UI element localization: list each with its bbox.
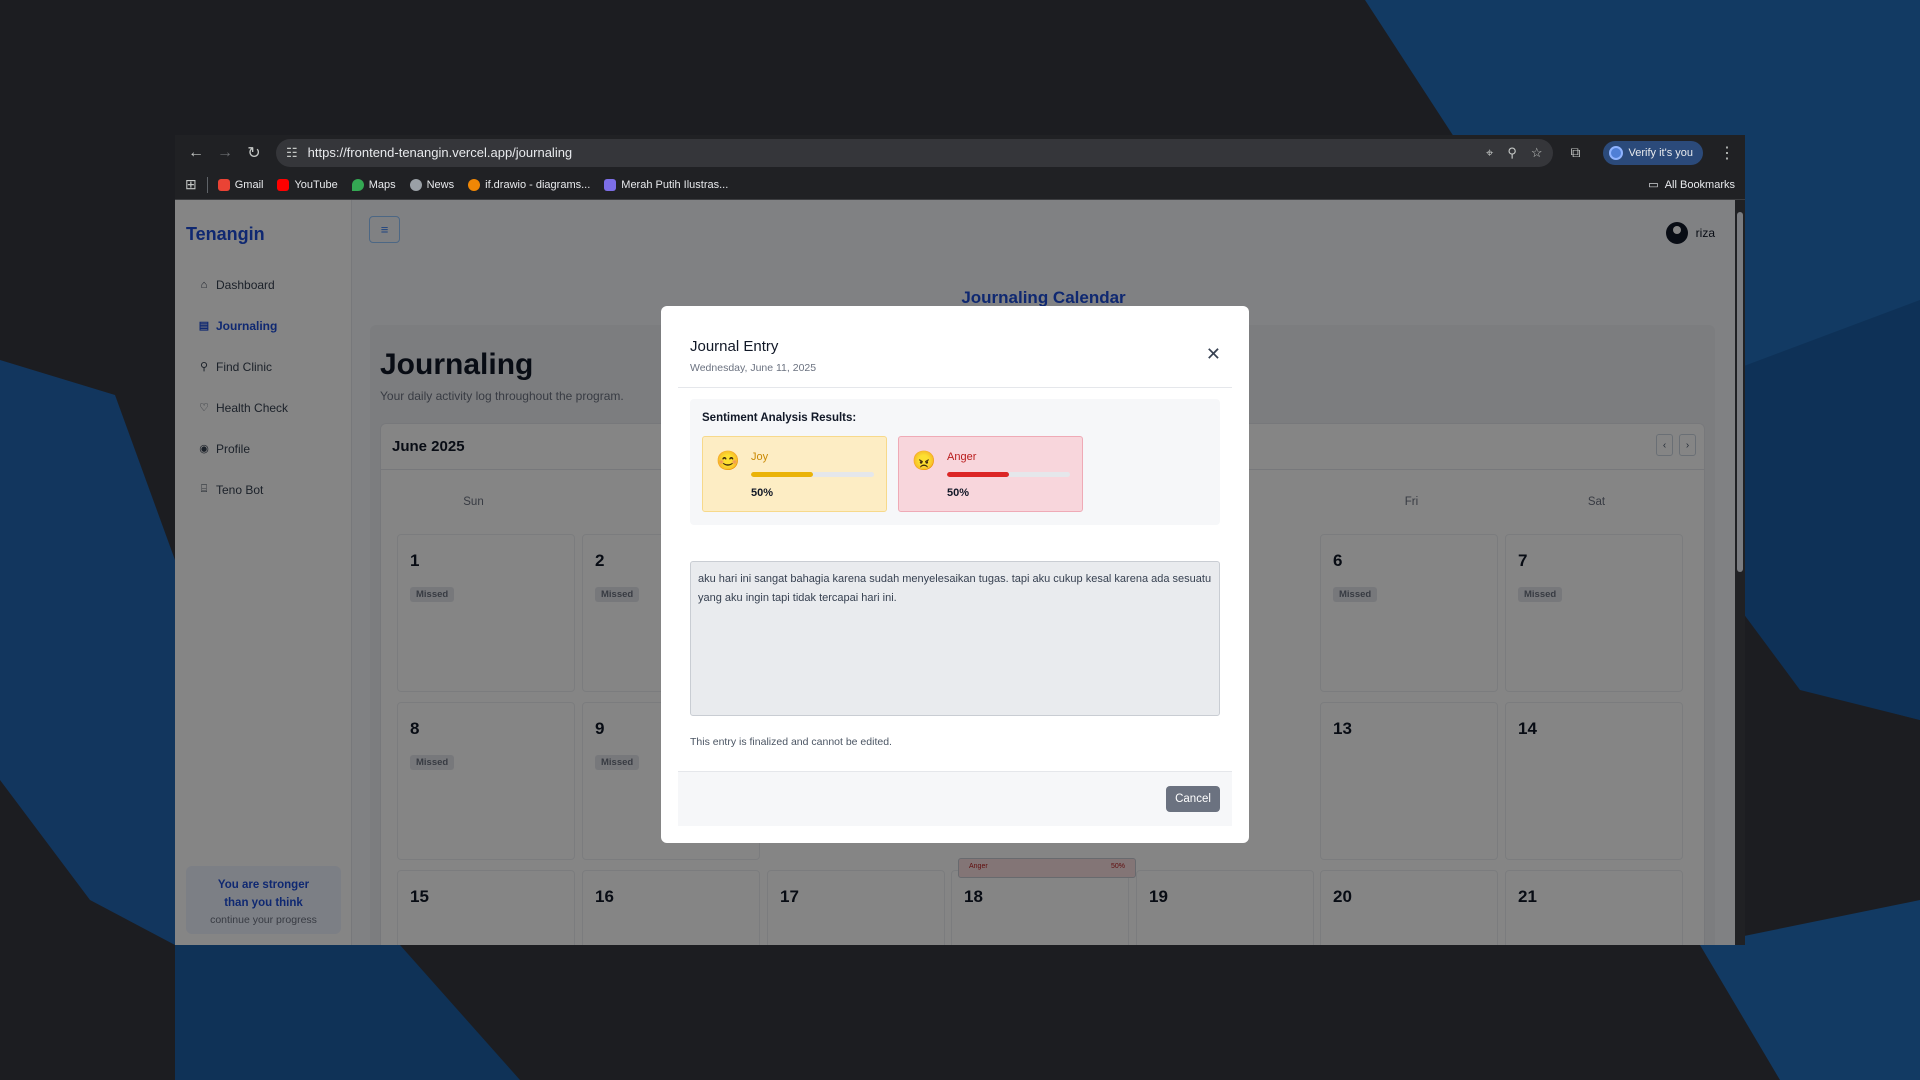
browser-window: ← → ↻ ☷ https://frontend-tenangin.vercel… <box>175 135 1745 945</box>
youtube-icon <box>277 178 290 191</box>
finalized-note: This entry is finalized and cannot be ed… <box>690 736 892 748</box>
gmail-icon <box>217 178 230 191</box>
emotion-bar <box>947 472 1070 477</box>
emotion-percent: 50% <box>947 487 970 499</box>
sentiment-heading: Sentiment Analysis Results: <box>702 412 857 424</box>
folder-icon: ▭ <box>1648 179 1659 191</box>
site-settings-icon[interactable]: ☷ <box>286 145 298 161</box>
location-icon[interactable]: ⌖ <box>1486 145 1493 161</box>
bookmark-drawio[interactable]: if.drawio - diagrams... <box>468 178 590 191</box>
emotion-name: Anger <box>947 451 977 463</box>
browser-toolbar: ← → ↻ ☷ https://frontend-tenangin.vercel… <box>175 135 1745 170</box>
emotion-name: Joy <box>751 451 769 463</box>
divider <box>678 387 1232 388</box>
image-icon <box>604 178 617 191</box>
angry-face-icon: 😠 <box>912 451 936 472</box>
bookmark-star-icon[interactable]: ☆ <box>1531 145 1543 161</box>
bookmark-youtube[interactable]: YouTube <box>277 178 338 191</box>
emotion-bar-fill <box>947 472 1009 477</box>
profile-icon <box>1608 145 1623 160</box>
emotion-bar <box>751 472 874 477</box>
sentiment-panel: Sentiment Analysis Results: 😊 Joy 50% 😠 … <box>690 399 1220 525</box>
journal-entry-modal: Journal Entry Wednesday, June 11, 2025 ✕… <box>661 306 1249 843</box>
bookmarks-bar: ⊞ Gmail YouTube Maps News if.drawio - di… <box>175 170 1745 200</box>
journal-text: aku hari ini sangat bahagia karena sudah… <box>690 561 1220 716</box>
zoom-icon[interactable]: ⚲ <box>1507 145 1517 161</box>
emotion-percent: 50% <box>751 487 774 499</box>
reload-icon[interactable]: ↻ <box>243 142 265 164</box>
divider <box>206 176 208 193</box>
bookmark-merah-putih[interactable]: Merah Putih Ilustras... <box>604 178 728 191</box>
url-text[interactable]: https://frontend-tenangin.vercel.app/jou… <box>308 145 1486 160</box>
verify-button[interactable]: Verify it's you <box>1602 140 1703 165</box>
verify-label: Verify it's you <box>1628 146 1693 159</box>
cancel-button[interactable]: Cancel <box>1166 786 1220 812</box>
emotion-bar-fill <box>751 472 813 477</box>
emotion-card-joy: 😊 Joy 50% <box>702 436 887 512</box>
globe-icon <box>409 178 422 191</box>
menu-dots-icon[interactable]: ⋮ <box>1719 143 1735 163</box>
scrollbar-thumb[interactable] <box>1737 212 1743 572</box>
smiley-icon: 😊 <box>716 451 740 472</box>
modal-date: Wednesday, June 11, 2025 <box>690 362 817 374</box>
bookmark-maps[interactable]: Maps <box>351 178 396 191</box>
drawio-icon <box>468 178 481 191</box>
bookmark-news[interactable]: News <box>409 178 454 191</box>
back-icon[interactable]: ← <box>185 142 207 164</box>
forward-icon[interactable]: → <box>214 142 236 164</box>
all-bookmarks[interactable]: ▭ All Bookmarks <box>1648 178 1735 192</box>
emotion-card-anger: 😠 Anger 50% <box>898 436 1083 512</box>
modal-title: Journal Entry <box>690 338 779 355</box>
web-page: Tenangin ⌂ Dashboard ▤ Journaling ⚲ Find Cl… <box>175 200 1745 945</box>
maps-icon <box>351 178 364 191</box>
close-icon[interactable]: ✕ <box>1206 344 1221 365</box>
bookmark-gmail[interactable]: Gmail <box>217 178 263 191</box>
apps-grid-icon[interactable]: ⊞ <box>185 176 197 193</box>
modal-footer: Cancel <box>678 771 1232 826</box>
extensions-icon[interactable]: ⧉ <box>1571 144 1581 161</box>
address-bar[interactable]: ☷ https://frontend-tenangin.vercel.app/j… <box>276 138 1553 167</box>
scrollbar[interactable] <box>1735 200 1745 945</box>
